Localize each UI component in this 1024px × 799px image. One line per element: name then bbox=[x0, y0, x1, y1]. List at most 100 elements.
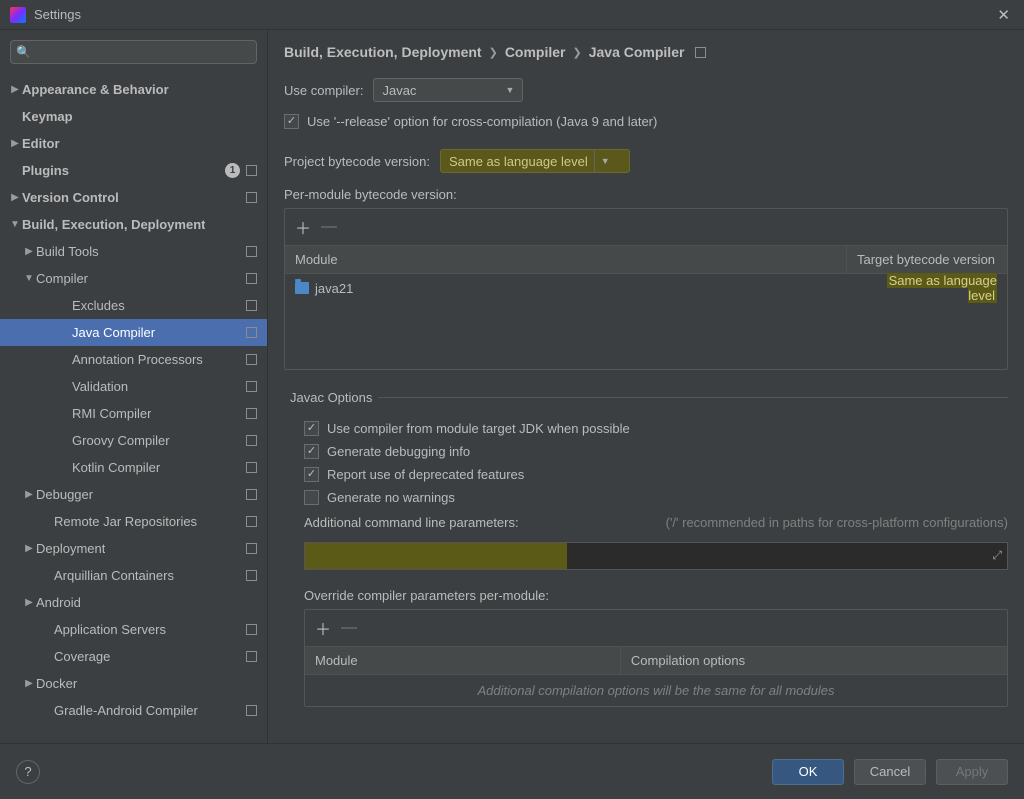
sidebar-item-version-control[interactable]: ▶Version Control bbox=[0, 184, 267, 211]
sidebar-item-label: Deployment bbox=[36, 541, 105, 556]
content-pane: Build, Execution, Deployment ❯ Compiler … bbox=[268, 30, 1024, 743]
apply-button[interactable]: Apply bbox=[936, 759, 1008, 785]
per-module-label: Per-module bytecode version: bbox=[284, 187, 1008, 202]
project-bytecode-label: Project bytecode version: bbox=[284, 154, 430, 169]
sidebar-item-label: Plugins bbox=[22, 163, 69, 178]
sidebar-item-deployment[interactable]: ▶Deployment bbox=[0, 535, 267, 562]
project-scope-icon bbox=[246, 462, 257, 473]
deprecated-label: Report use of deprecated features bbox=[327, 467, 524, 482]
sidebar-item-editor[interactable]: ▶Editor bbox=[0, 130, 267, 157]
breadcrumb-b[interactable]: Compiler bbox=[505, 44, 566, 60]
search-input[interactable] bbox=[10, 40, 257, 64]
chevron-right-icon: ▶ bbox=[8, 192, 22, 203]
deprecated-checkbox[interactable] bbox=[304, 467, 319, 482]
project-scope-icon bbox=[246, 165, 257, 176]
sidebar-item-arquillian-containers[interactable]: Arquillian Containers bbox=[0, 562, 267, 589]
project-scope-icon bbox=[246, 489, 257, 500]
sidebar-item-label: Docker bbox=[36, 676, 77, 691]
add-button[interactable]: ＋ bbox=[295, 215, 311, 239]
sidebar-item-coverage[interactable]: Coverage bbox=[0, 643, 267, 670]
sidebar-item-label: Gradle-Android Compiler bbox=[54, 703, 198, 718]
sidebar-item-compiler[interactable]: ▼Compiler bbox=[0, 265, 267, 292]
use-compiler-combo[interactable]: Javac ▼ bbox=[373, 78, 523, 102]
chevron-right-icon: ❯ bbox=[573, 46, 582, 59]
project-scope-icon bbox=[695, 47, 706, 58]
project-bytecode-combo[interactable]: Same as language level ▼ bbox=[440, 149, 630, 173]
chevron-right-icon: ▶ bbox=[22, 543, 36, 554]
javac-options-title: Javac Options bbox=[284, 390, 378, 405]
add-button[interactable]: ＋ bbox=[315, 616, 331, 640]
debug-info-label: Generate debugging info bbox=[327, 444, 470, 459]
chevron-right-icon: ▶ bbox=[22, 678, 36, 689]
sidebar-item-label: Editor bbox=[22, 136, 60, 151]
chevron-right-icon: ▶ bbox=[22, 246, 36, 257]
sidebar-item-build-tools[interactable]: ▶Build Tools bbox=[0, 238, 267, 265]
use-compiler-label: Use compiler: bbox=[284, 83, 363, 98]
nowarn-label: Generate no warnings bbox=[327, 490, 455, 505]
sidebar-item-docker[interactable]: ▶Docker bbox=[0, 670, 267, 697]
sidebar-item-application-servers[interactable]: Application Servers bbox=[0, 616, 267, 643]
nowarn-checkbox[interactable] bbox=[304, 490, 319, 505]
project-scope-icon bbox=[246, 327, 257, 338]
sidebar-item-java-compiler[interactable]: Java Compiler bbox=[0, 319, 267, 346]
sidebar-item-label: Debugger bbox=[36, 487, 93, 502]
sidebar-item-android[interactable]: ▶Android bbox=[0, 589, 267, 616]
cancel-button[interactable]: Cancel bbox=[854, 759, 926, 785]
sidebar-item-label: Kotlin Compiler bbox=[72, 460, 160, 475]
folder-icon bbox=[295, 282, 309, 294]
sidebar-item-label: Appearance & Behavior bbox=[22, 82, 169, 97]
debug-info-checkbox[interactable] bbox=[304, 444, 319, 459]
override-empty-text: Additional compilation options will be t… bbox=[305, 675, 1007, 706]
titlebar: Settings ✕ bbox=[0, 0, 1024, 30]
close-icon[interactable]: ✕ bbox=[993, 6, 1014, 24]
help-button[interactable]: ? bbox=[16, 760, 40, 784]
sidebar-item-label: Java Compiler bbox=[72, 325, 155, 340]
sidebar-item-plugins[interactable]: Plugins 1 bbox=[0, 157, 267, 184]
sidebar-item-label: Build, Execution, Deployment bbox=[22, 217, 205, 232]
updates-badge: 1 bbox=[225, 163, 240, 178]
additional-params-input[interactable] bbox=[304, 542, 1008, 570]
project-scope-icon bbox=[246, 435, 257, 446]
sidebar-item-label: Arquillian Containers bbox=[54, 568, 174, 583]
footer: ? OK Cancel Apply bbox=[0, 743, 1024, 799]
release-option-checkbox[interactable] bbox=[284, 114, 299, 129]
sidebar-item-label: Groovy Compiler bbox=[72, 433, 170, 448]
sidebar-item-build-execution-deployment[interactable]: ▼Build, Execution, Deployment bbox=[0, 211, 267, 238]
breadcrumb-a[interactable]: Build, Execution, Deployment bbox=[284, 44, 482, 60]
project-scope-icon bbox=[246, 273, 257, 284]
sidebar-item-label: Compiler bbox=[36, 271, 88, 286]
project-scope-icon bbox=[246, 516, 257, 527]
sidebar-item-kotlin-compiler[interactable]: Kotlin Compiler bbox=[0, 454, 267, 481]
sidebar-item-groovy-compiler[interactable]: Groovy Compiler bbox=[0, 427, 267, 454]
remove-button[interactable]: — bbox=[341, 619, 357, 637]
chevron-right-icon: ▶ bbox=[22, 597, 36, 608]
ok-button[interactable]: OK bbox=[772, 759, 844, 785]
additional-params-label: Additional command line parameters: bbox=[304, 515, 519, 530]
sidebar-item-appearance-behavior[interactable]: ▶Appearance & Behavior bbox=[0, 76, 267, 103]
project-scope-icon bbox=[246, 624, 257, 635]
project-scope-icon bbox=[246, 300, 257, 311]
sidebar-item-gradle-android-compiler[interactable]: Gradle-Android Compiler bbox=[0, 697, 267, 724]
sidebar-item-remote-jar-repositories[interactable]: Remote Jar Repositories bbox=[0, 508, 267, 535]
sidebar-item-rmi-compiler[interactable]: RMI Compiler bbox=[0, 400, 267, 427]
sidebar-item-keymap[interactable]: Keymap bbox=[0, 103, 267, 130]
breadcrumb: Build, Execution, Deployment ❯ Compiler … bbox=[284, 44, 1008, 60]
release-option-label: Use '--release' option for cross-compila… bbox=[307, 114, 657, 129]
project-scope-icon bbox=[246, 192, 257, 203]
sidebar-item-label: Application Servers bbox=[54, 622, 166, 637]
sidebar-item-annotation-processors[interactable]: Annotation Processors bbox=[0, 346, 267, 373]
remove-button[interactable]: — bbox=[321, 218, 337, 236]
expand-icon[interactable]: ⤢ bbox=[992, 548, 1002, 563]
chevron-right-icon: ▶ bbox=[8, 138, 22, 149]
override-table: ＋ — Module Compilation options Additiona… bbox=[304, 609, 1008, 707]
sidebar-item-debugger[interactable]: ▶Debugger bbox=[0, 481, 267, 508]
chevron-down-icon: ▼ bbox=[506, 85, 515, 95]
sidebar-item-label: Android bbox=[36, 595, 81, 610]
sidebar-item-label: Remote Jar Repositories bbox=[54, 514, 197, 529]
titlebar-title: Settings bbox=[34, 7, 81, 22]
table-row[interactable]: java21 Same as language level bbox=[285, 274, 1007, 302]
sidebar-item-excludes[interactable]: Excludes bbox=[0, 292, 267, 319]
module-jdk-checkbox[interactable] bbox=[304, 421, 319, 436]
sidebar-item-validation[interactable]: Validation bbox=[0, 373, 267, 400]
breadcrumb-c: Java Compiler bbox=[589, 44, 685, 60]
